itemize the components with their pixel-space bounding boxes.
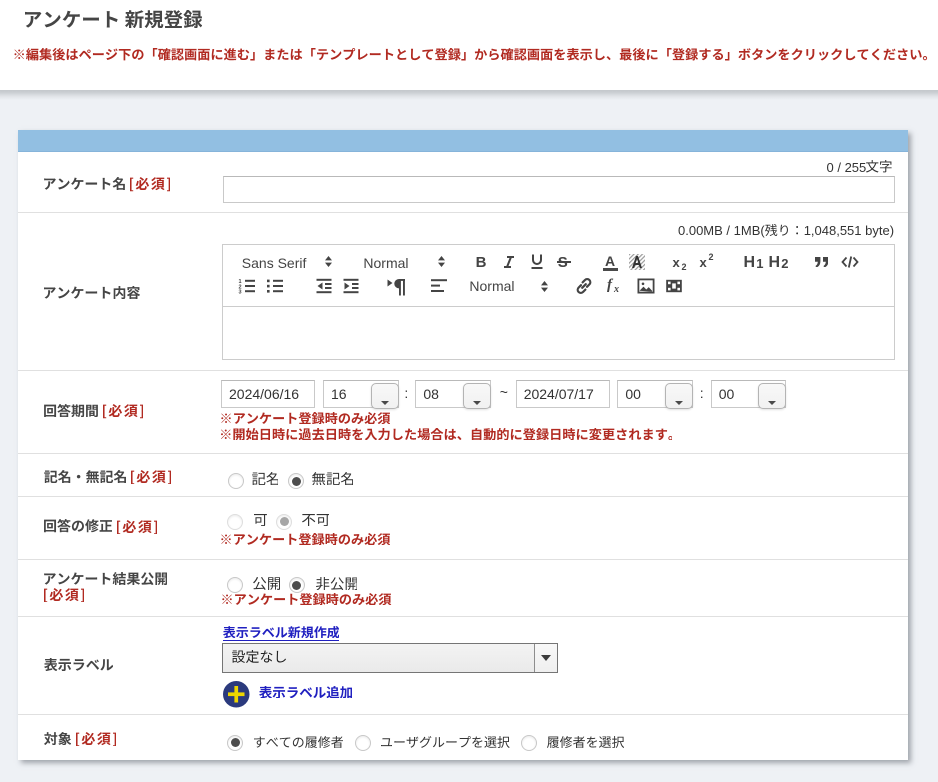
svg-text:3: 3 [238, 290, 241, 295]
